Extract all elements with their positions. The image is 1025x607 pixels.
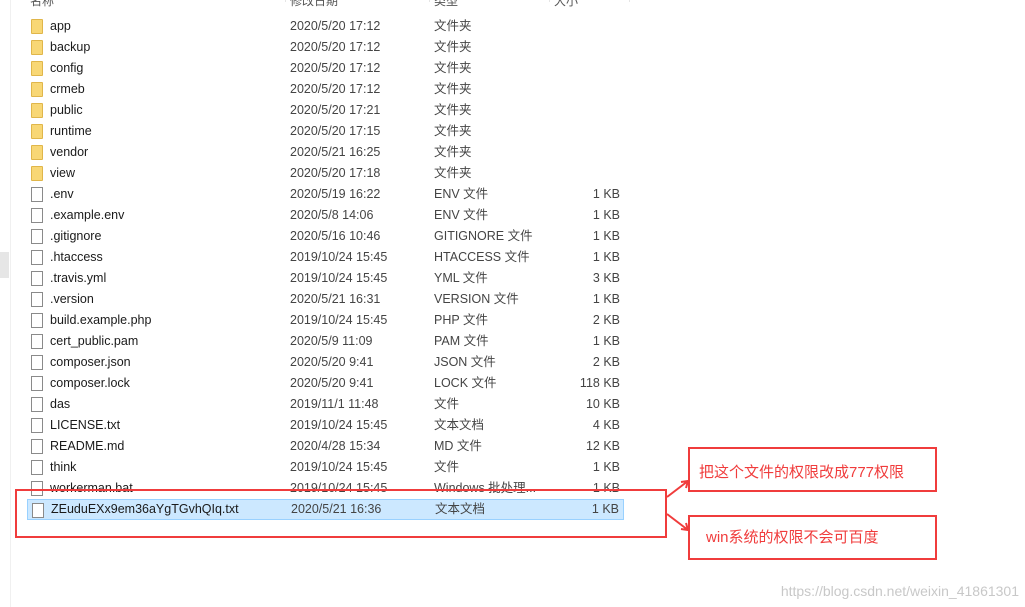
watermark: https://blog.csdn.net/weixin_41861301 [780, 583, 1019, 599]
annotation-arrows [666, 479, 690, 532]
